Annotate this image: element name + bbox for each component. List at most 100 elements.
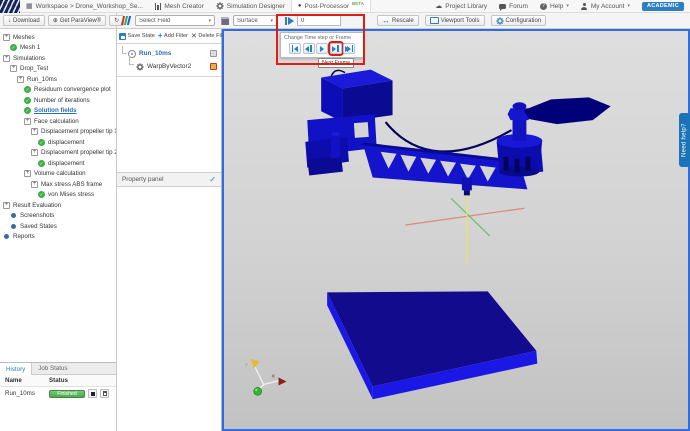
expand-icon[interactable]: + xyxy=(10,65,17,73)
last-frame-button[interactable] xyxy=(343,43,355,54)
expand-icon[interactable]: + xyxy=(24,117,31,125)
x-axis-arrow xyxy=(278,377,287,386)
tab-simulation-designer[interactable]: Simulation Designer xyxy=(210,0,291,12)
apply-check-icon[interactable]: ✓ xyxy=(209,175,216,184)
my-account-menu[interactable]: My Account ▾ xyxy=(575,2,636,10)
check-icon: ✓ xyxy=(38,138,45,146)
speech-bubble-icon xyxy=(499,3,507,11)
next-frame-button[interactable] xyxy=(327,41,344,56)
x-axis-label: X xyxy=(272,374,276,380)
tab-history[interactable]: History xyxy=(0,363,33,375)
expand-icon[interactable]: + xyxy=(31,180,38,188)
frame-number-input[interactable] xyxy=(297,15,341,26)
tree-item-displacement-1[interactable]: ✓ displacement xyxy=(0,137,116,148)
tree-item-number-iterations[interactable]: ✓ Number of iterations xyxy=(0,95,116,106)
select-field-dropdown[interactable]: Select Field ▾ xyxy=(135,15,215,26)
tree-item-disp-prop-tip-2[interactable]: + Displacement propeller tip 2 xyxy=(0,148,116,159)
tree-item-max-stress-abs-frame[interactable]: + Max stress ABS frame xyxy=(0,179,116,190)
tree-item-meshes[interactable]: + Meshes xyxy=(0,32,116,43)
floor-plate xyxy=(327,291,538,400)
gear-icon xyxy=(216,2,224,10)
tree-item-disp-prop-tip-1[interactable]: + Displacement propeller tip 1 xyxy=(0,127,116,138)
delete-button[interactable] xyxy=(100,389,109,398)
workspace-label: Workspace > Drone_Workshop_Se... xyxy=(35,2,143,10)
get-paraview-button[interactable]: ⊕ Get ParaView® xyxy=(47,15,107,26)
tree-item-saved-states[interactable]: Saved States xyxy=(0,221,116,232)
tab-job-status[interactable]: Job Status xyxy=(32,363,73,374)
expand-icon[interactable]: + xyxy=(3,33,10,41)
z-axis-sphere xyxy=(253,387,262,396)
check-icon: ✓ xyxy=(24,107,31,115)
refresh-icon: ↻ xyxy=(114,18,120,24)
tree-item-von-mises-stress[interactable]: ✓ von Mises stress xyxy=(0,190,116,201)
bullet-icon xyxy=(11,223,16,229)
help-menu[interactable]: ? Help ▾ xyxy=(534,2,575,10)
save-state-button[interactable]: Save State xyxy=(119,32,155,40)
playback-controls xyxy=(284,41,360,56)
add-filter-button[interactable]: + Add Filter xyxy=(158,32,188,40)
play-button[interactable] xyxy=(316,43,328,54)
expand-icon[interactable]: + xyxy=(31,149,38,157)
mesh-creator-icon xyxy=(154,2,162,10)
table-row[interactable]: Run_10ms Finished xyxy=(0,387,116,400)
app-logo[interactable] xyxy=(0,0,20,13)
workspace-grid-icon: ▦ xyxy=(26,2,33,10)
tab-post-processor[interactable]: ● Post-Processor BETA xyxy=(290,0,371,12)
drone-model xyxy=(305,69,611,196)
download-button[interactable]: ↓ Download xyxy=(3,15,45,26)
expand-icon[interactable]: + xyxy=(17,75,24,83)
project-library-link[interactable]: ☁ Project Library xyxy=(429,3,493,10)
delete-icon: ✕ xyxy=(190,32,197,40)
tree-item-face-calculation[interactable]: + Face calculation xyxy=(0,116,116,127)
need-help-tab[interactable]: Need help? xyxy=(679,113,690,167)
rescale-button[interactable]: ↔ Rescale xyxy=(377,15,419,26)
pipeline-status-icon[interactable] xyxy=(210,50,217,57)
tree-item-screenshots[interactable]: Screenshots xyxy=(0,211,116,222)
tree-item-solution-fields[interactable]: ✓ Solution fields xyxy=(0,106,116,117)
expand-icon[interactable]: + xyxy=(31,128,38,136)
panel-spacer xyxy=(117,77,221,172)
tree-item-drop-test[interactable]: + Drop_Test xyxy=(0,64,116,75)
download-icon: ↓ xyxy=(8,17,11,24)
tree-item-run-10ms[interactable]: + Run_10ms xyxy=(0,74,116,85)
tree-item-volume-calculation[interactable]: + Volume calculation xyxy=(0,169,116,180)
viewport-tools-button[interactable]: Viewport Tools xyxy=(424,15,485,26)
post-processor-icon: ● xyxy=(297,3,302,9)
render-viewport[interactable]: Y X xyxy=(222,29,690,431)
viewport-tools-icon xyxy=(429,17,439,24)
person-icon xyxy=(581,2,588,10)
filter-toolbar: Save State + Add Filter ✕ Delete Filter xyxy=(117,29,229,44)
run-name: Run_10ms xyxy=(5,390,35,397)
cloud-icon: ☁ xyxy=(435,2,443,10)
tree-item-reports[interactable]: Reports xyxy=(0,232,116,243)
expand-icon[interactable]: + xyxy=(3,201,10,209)
previous-frame-button[interactable] xyxy=(302,43,315,54)
check-icon: ✓ xyxy=(38,159,45,167)
first-frame-button[interactable] xyxy=(289,43,301,54)
representation-dropdown[interactable]: Surface ▾ xyxy=(233,15,277,26)
expand-icon[interactable]: + xyxy=(3,54,10,62)
plus-icon: + xyxy=(157,31,163,40)
tab-mesh-creator[interactable]: Mesh Creator xyxy=(149,0,210,12)
y-axis-label: Y xyxy=(245,363,249,369)
render-canvas[interactable]: Y X xyxy=(224,31,688,429)
property-panel-header[interactable]: Property panel ✓ xyxy=(117,172,221,187)
tree-item-simulations[interactable]: + Simulations xyxy=(0,53,116,64)
top-navbar: ▦ Workspace > Drone_Workshop_Se... Mesh … xyxy=(0,0,690,13)
workspace-breadcrumb[interactable]: ▦ Workspace > Drone_Workshop_Se... xyxy=(20,0,149,12)
status-badge: Finished xyxy=(49,389,85,398)
tree-item-mesh-1[interactable]: ✓ Mesh 1 xyxy=(0,43,116,54)
expand-icon[interactable]: + xyxy=(24,170,31,178)
chevron-down-icon: ▾ xyxy=(627,3,630,9)
tree-item-result-evaluation[interactable]: + Result Evaluation xyxy=(0,200,116,211)
timestep-popup: Change Time step or Frame xyxy=(280,32,364,58)
configuration-button[interactable]: Configuration xyxy=(490,15,547,26)
filter-status-icon[interactable] xyxy=(210,63,217,70)
step-frame-icon[interactable] xyxy=(285,16,294,25)
history-panel: History Job Status Name Status Run_10ms … xyxy=(0,362,116,431)
forum-link[interactable]: Forum xyxy=(493,3,534,11)
tree-item-displacement-2[interactable]: ✓ displacement xyxy=(0,158,116,169)
tree-item-residuum-plot[interactable]: ✓ Residuum convergence plot xyxy=(0,85,116,96)
check-icon: ✓ xyxy=(24,86,31,94)
stop-button[interactable] xyxy=(88,389,97,398)
